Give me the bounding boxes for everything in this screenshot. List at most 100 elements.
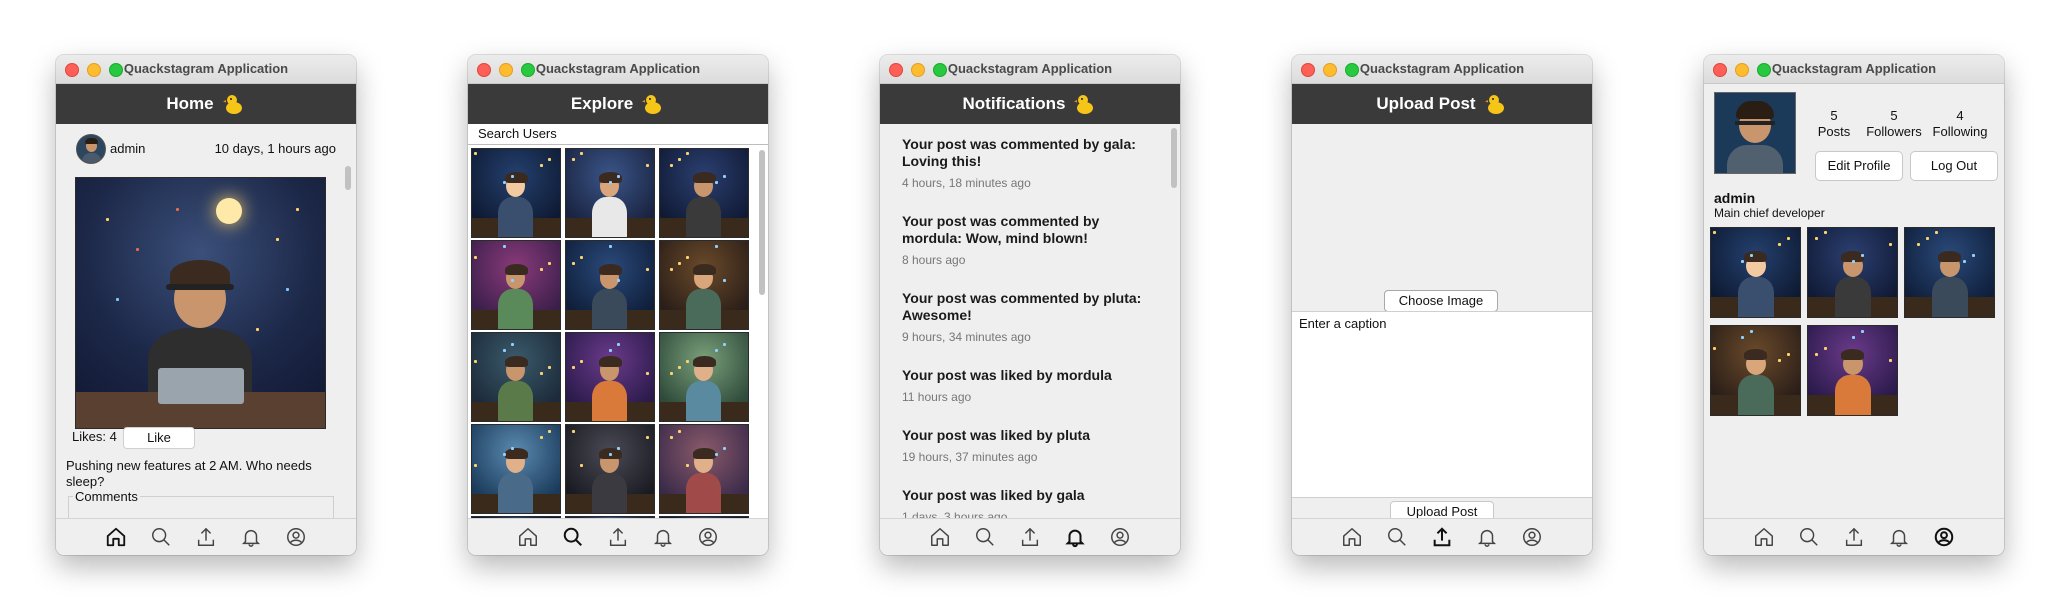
explore-thumbnail[interactable] <box>565 148 655 238</box>
nav-notifications-button[interactable] <box>641 519 686 555</box>
nav-profile-button[interactable] <box>1510 519 1555 555</box>
notifications-list[interactable]: Your post was commented by gala: Loving … <box>880 124 1180 519</box>
scrollbar[interactable] <box>1170 124 1178 514</box>
close-window-button[interactable] <box>1301 63 1315 77</box>
explore-thumbnail[interactable] <box>659 240 749 330</box>
nav-upload-button[interactable] <box>184 519 229 555</box>
explore-thumbnail[interactable] <box>659 332 749 422</box>
notification-item[interactable]: Your post was commented by pluta: Awesom… <box>902 290 1152 344</box>
notification-time: 8 hours ago <box>902 253 966 267</box>
post-image[interactable] <box>75 177 326 429</box>
nav-home-button[interactable] <box>506 519 551 555</box>
profile-post-thumbnail[interactable] <box>1904 227 1995 318</box>
duck-icon <box>1484 95 1504 114</box>
profile-post-thumbnail[interactable] <box>1807 227 1898 318</box>
choose-image-button[interactable]: Choose Image <box>1384 290 1498 312</box>
bottom-nav <box>880 518 1180 555</box>
nav-search-button[interactable] <box>1375 519 1420 555</box>
posts-stat[interactable]: 5 Posts <box>1816 108 1852 140</box>
title-bar: Quackstagram Application <box>56 55 356 84</box>
explore-thumbnail[interactable] <box>659 148 749 238</box>
explore-thumbnail[interactable] <box>565 424 655 514</box>
home-feed[interactable]: admin 10 days, 1 hours ago Likes: 4 Like… <box>56 124 356 519</box>
notification-text: Your post was liked by gala <box>902 487 1085 503</box>
profile-picture[interactable] <box>1714 92 1796 174</box>
profile-post-thumbnail[interactable] <box>1710 325 1801 416</box>
minimize-window-button[interactable] <box>911 63 925 77</box>
close-window-button[interactable] <box>1713 63 1727 77</box>
nav-home-button[interactable] <box>918 519 963 555</box>
followers-stat[interactable]: 5 Followers <box>1864 108 1924 140</box>
log-out-button[interactable]: Log Out <box>1910 151 1998 181</box>
profile-window: Quackstagram Application 5 Posts 5 Follo… <box>1704 55 2004 555</box>
explore-thumbnail[interactable] <box>471 332 561 422</box>
post-username[interactable]: admin <box>110 141 145 156</box>
minimize-window-button[interactable] <box>1323 63 1337 77</box>
nav-search-button[interactable] <box>139 519 184 555</box>
profile-post-thumbnail[interactable] <box>1710 227 1801 318</box>
notification-item[interactable]: Your post was liked by mordula 11 hours … <box>902 367 1152 404</box>
explore-thumbnail[interactable] <box>565 240 655 330</box>
minimize-window-button[interactable] <box>499 63 513 77</box>
search-icon <box>1388 528 1406 546</box>
profile-name: admin <box>1714 190 1756 206</box>
notification-item[interactable]: Your post was commented by mordula: Wow,… <box>902 213 1152 267</box>
page-title: Explore <box>570 94 634 113</box>
profile-post-thumbnail[interactable] <box>1807 325 1898 416</box>
minimize-window-button[interactable] <box>87 63 101 77</box>
nav-profile-button[interactable] <box>274 519 319 555</box>
notifications-window: Quackstagram Application Notifications Y… <box>880 55 1180 555</box>
nav-upload-button[interactable] <box>1832 519 1877 555</box>
nav-profile-button[interactable] <box>1922 519 1967 555</box>
notification-item[interactable]: Your post was liked by gala 1 days, 3 ho… <box>902 487 1152 519</box>
post-timestamp: 10 days, 1 hours ago <box>214 141 336 156</box>
notification-item[interactable]: Your post was liked by pluta 19 hours, 3… <box>902 427 1152 464</box>
zoom-window-button[interactable] <box>1345 63 1359 77</box>
zoom-window-button[interactable] <box>933 63 947 77</box>
search-users-input[interactable]: Search Users <box>478 126 557 141</box>
zoom-window-button[interactable] <box>1757 63 1771 77</box>
close-window-button[interactable] <box>65 63 79 77</box>
nav-upload-button[interactable] <box>1420 519 1465 555</box>
nav-notifications-button[interactable] <box>229 519 274 555</box>
nav-home-button[interactable] <box>94 519 139 555</box>
explore-thumbnail[interactable] <box>471 148 561 238</box>
home-icon <box>1343 528 1361 546</box>
explore-thumbnail[interactable] <box>565 332 655 422</box>
scrollbar[interactable] <box>758 146 766 516</box>
title-bar: Quackstagram Application <box>468 55 768 84</box>
scrollbar[interactable] <box>344 154 352 514</box>
minimize-window-button[interactable] <box>1735 63 1749 77</box>
like-button[interactable]: Like <box>123 427 195 449</box>
upload-icon <box>197 527 215 546</box>
nav-upload-button[interactable] <box>596 519 641 555</box>
nav-notifications-button[interactable] <box>1053 519 1098 555</box>
nav-notifications-button[interactable] <box>1877 519 1922 555</box>
zoom-window-button[interactable] <box>109 63 123 77</box>
nav-home-button[interactable] <box>1330 519 1375 555</box>
bottom-nav <box>468 518 768 555</box>
explore-thumbnail[interactable] <box>471 240 561 330</box>
nav-search-button[interactable] <box>963 519 1008 555</box>
notification-item[interactable]: Your post was commented by gala: Loving … <box>902 136 1152 190</box>
nav-search-button[interactable] <box>551 519 596 555</box>
explore-thumbnail[interactable] <box>659 424 749 514</box>
title-bar: Quackstagram Application <box>880 55 1180 84</box>
nav-profile-button[interactable] <box>1098 519 1143 555</box>
nav-search-button[interactable] <box>1787 519 1832 555</box>
following-stat[interactable]: 4 Following <box>1928 108 1992 140</box>
close-window-button[interactable] <box>889 63 903 77</box>
title-bar: Quackstagram Application <box>1292 55 1592 84</box>
upload-window: Quackstagram Application Upload Post Cho… <box>1292 55 1592 555</box>
nav-notifications-button[interactable] <box>1465 519 1510 555</box>
close-window-button[interactable] <box>477 63 491 77</box>
avatar[interactable] <box>76 134 106 164</box>
nav-upload-button[interactable] <box>1008 519 1053 555</box>
nav-home-button[interactable] <box>1742 519 1787 555</box>
edit-profile-button[interactable]: Edit Profile <box>1815 151 1903 181</box>
upload-post-button[interactable]: Upload Post <box>1390 501 1494 519</box>
nav-profile-button[interactable] <box>686 519 731 555</box>
explore-thumbnail[interactable] <box>471 424 561 514</box>
zoom-window-button[interactable] <box>521 63 535 77</box>
caption-input[interactable]: Enter a caption <box>1292 311 1592 498</box>
